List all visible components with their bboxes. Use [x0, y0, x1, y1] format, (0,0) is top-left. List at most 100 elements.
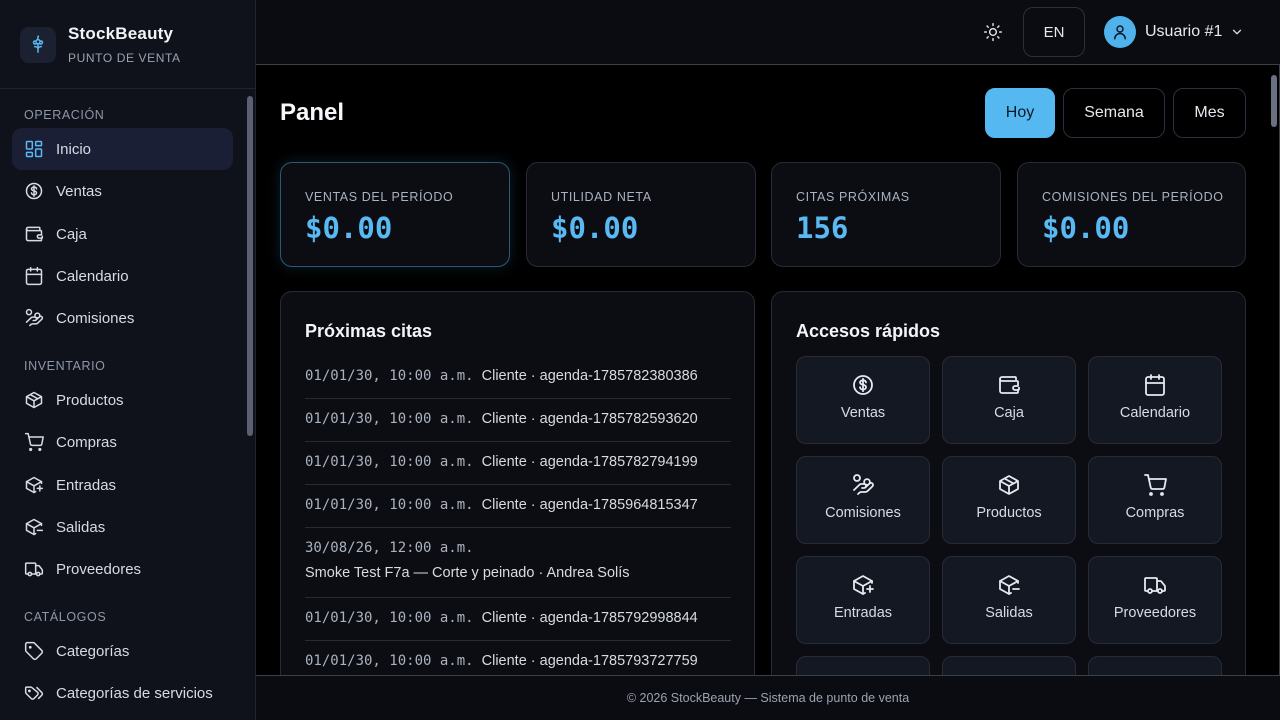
- chevron-down-icon: [1233, 29, 1242, 35]
- sidebar-item-productos[interactable]: Productos: [12, 379, 233, 421]
- sidebar-item-ventas[interactable]: Ventas: [12, 170, 233, 212]
- quick-access-label: Productos: [976, 505, 1042, 521]
- stat-card-citas: CITAS PRÓXIMAS 156: [771, 162, 1001, 267]
- appointments-card: Próximas citas 01/01/30, 10:00 a.m. Clie…: [280, 291, 755, 675]
- sidebar-item-compras[interactable]: Compras: [12, 421, 233, 463]
- sidebar-item-caja[interactable]: Caja: [12, 213, 233, 255]
- sidebar-item-label: Inicio: [56, 140, 92, 158]
- package-plus-icon: [25, 476, 44, 494]
- stat-value: $0.00: [305, 211, 393, 245]
- quick-access-title: Accesos rápidos: [796, 321, 941, 341]
- main-scrollbar[interactable]: [1268, 65, 1280, 676]
- range-semana-button[interactable]: Semana: [1063, 88, 1165, 138]
- main-scrollbar-thumb[interactable]: [1271, 75, 1277, 127]
- page-title: Panel: [280, 99, 345, 126]
- dashboard-icon: [25, 140, 43, 158]
- appointment-time: 01/01/30, 10:00 a.m.: [305, 454, 474, 470]
- quick-access-tile-partial[interactable]: [1088, 656, 1222, 675]
- sidebar-item-proveedores[interactable]: Proveedores: [12, 548, 233, 590]
- quick-access-compras[interactable]: Compras: [1088, 456, 1222, 544]
- list-item[interactable]: 01/01/30, 10:00 a.m. Cliente · agenda-17…: [305, 641, 731, 675]
- theme-toggle-button[interactable]: [981, 20, 1005, 44]
- sidebar-item-label: Categorías de servicios: [56, 684, 213, 702]
- quick-access-card: Accesos rápidos Ventas Caja Calendario C…: [771, 291, 1246, 675]
- quick-access-label: Ventas: [840, 405, 886, 421]
- appointment-time: 30/08/26, 12:00 a.m.: [305, 540, 474, 556]
- appointment-time: 01/01/30, 10:00 a.m.: [305, 368, 474, 384]
- flower-icon: [20, 26, 56, 63]
- appointment-client: Cliente · agenda-1785792998844: [481, 610, 698, 626]
- sidebar-item-inicio[interactable]: Inicio: [12, 128, 233, 170]
- stat-card-utilidad: UTILIDAD NETA $0.00: [526, 162, 756, 267]
- quick-access-comisiones[interactable]: Comisiones: [796, 456, 930, 544]
- stat-label: COMISIONES DEL PERÍODO: [1042, 190, 1224, 204]
- sidebar-item-label: Ventas: [56, 182, 102, 200]
- quick-access-tile-partial[interactable]: [796, 656, 930, 675]
- list-item[interactable]: 01/01/30, 10:00 a.m. Cliente · agenda-17…: [305, 442, 731, 485]
- sidebar-item-salidas[interactable]: Salidas: [12, 506, 233, 548]
- cart-icon: [1144, 474, 1167, 496]
- quick-access-label: Compras: [1125, 505, 1185, 521]
- sidebar-item-calendario[interactable]: Calendario: [12, 255, 233, 297]
- sidebar-item-categorias[interactable]: Categorías: [12, 630, 233, 672]
- hand-coins-icon: [25, 308, 44, 327]
- quick-access-entradas[interactable]: Entradas: [796, 556, 930, 644]
- sidebar-item-entradas[interactable]: Entradas: [12, 464, 233, 506]
- appointment-time: 01/01/30, 10:00 a.m.: [305, 610, 474, 626]
- dollar-icon: [25, 182, 43, 200]
- stat-card-comisiones: COMISIONES DEL PERÍODO $0.00: [1017, 162, 1246, 267]
- appointment-client: Cliente · agenda-1785964815347: [481, 497, 698, 513]
- sidebar-item-label: Calendario: [56, 267, 129, 285]
- appointment-time: 01/01/30, 10:00 a.m.: [305, 653, 474, 669]
- quick-access-label: Entradas: [833, 605, 893, 621]
- list-item[interactable]: 30/08/26, 12:00 a.m. Smoke Test F7a — Co…: [305, 528, 731, 598]
- package-minus-icon: [25, 518, 44, 536]
- sidebar-divider: [0, 88, 255, 89]
- list-item[interactable]: 01/01/30, 10:00 a.m. Cliente · agenda-17…: [305, 356, 731, 399]
- user-icon: [1114, 25, 1126, 40]
- quick-access-proveedores[interactable]: Proveedores: [1088, 556, 1222, 644]
- sidebar-section-catalogos: CATÁLOGOS: [24, 610, 107, 624]
- list-item[interactable]: 01/01/30, 10:00 a.m. Cliente · agenda-17…: [305, 485, 731, 528]
- language-button[interactable]: EN: [1023, 7, 1085, 57]
- sidebar-item-label: Categorías: [56, 642, 130, 660]
- sidebar-scrollbar[interactable]: [245, 88, 255, 720]
- quick-access-label: Caja: [994, 405, 1024, 421]
- sidebar: StockBeauty PUNTO DE VENTA OPERACIÓN Ini…: [0, 0, 256, 720]
- hand-coins-icon: [853, 474, 874, 495]
- sidebar-section-inventario: INVENTARIO: [24, 359, 106, 373]
- user-name: Usuario #1: [1145, 23, 1223, 40]
- quick-access-salidas[interactable]: Salidas: [942, 556, 1076, 644]
- range-mes-button[interactable]: Mes: [1173, 88, 1246, 138]
- package-plus-icon: [853, 575, 874, 595]
- sidebar-item-categorias-servicios[interactable]: Categorías de servicios: [12, 672, 233, 714]
- quick-access-ventas[interactable]: Ventas: [796, 356, 930, 444]
- range-hoy-button[interactable]: Hoy: [985, 88, 1055, 138]
- brand-name: StockBeauty: [68, 24, 174, 43]
- sidebar-item-label: Compras: [56, 433, 117, 451]
- topbar: EN Usuario #1: [256, 0, 1280, 64]
- sidebar-item-label: Caja: [56, 225, 87, 243]
- brand[interactable]: StockBeauty PUNTO DE VENTA: [20, 24, 181, 65]
- quick-access-productos[interactable]: Productos: [942, 456, 1076, 544]
- dollar-icon: [853, 375, 873, 395]
- sidebar-item-comisiones[interactable]: Comisiones: [12, 297, 233, 339]
- wallet-icon: [25, 226, 44, 242]
- quick-access-label: Salidas: [985, 605, 1033, 621]
- user-menu-button[interactable]: Usuario #1: [1104, 16, 1244, 48]
- wallet-icon: [999, 376, 1020, 394]
- stat-label: UTILIDAD NETA: [551, 190, 652, 204]
- quick-access-calendario[interactable]: Calendario: [1088, 356, 1222, 444]
- list-item[interactable]: 01/01/30, 10:00 a.m. Cliente · agenda-17…: [305, 399, 731, 442]
- list-item[interactable]: 01/01/30, 10:00 a.m. Cliente · agenda-17…: [305, 598, 731, 641]
- sidebar-item-label: Entradas: [56, 476, 117, 494]
- stat-value: $0.00: [551, 211, 639, 245]
- sidebar-scrollbar-thumb[interactable]: [247, 96, 253, 436]
- main-content: Panel Hoy Semana Mes VENTAS DEL PERÍODO …: [256, 64, 1280, 676]
- appointment-time: 01/01/30, 10:00 a.m.: [305, 411, 474, 427]
- appointment-client: Cliente · agenda-1785793727759: [481, 653, 698, 669]
- quick-access-caja[interactable]: Caja: [942, 356, 1076, 444]
- sun-icon: [983, 22, 1003, 42]
- quick-access-tile-partial[interactable]: [942, 656, 1076, 675]
- appointments-title: Próximas citas: [305, 321, 433, 341]
